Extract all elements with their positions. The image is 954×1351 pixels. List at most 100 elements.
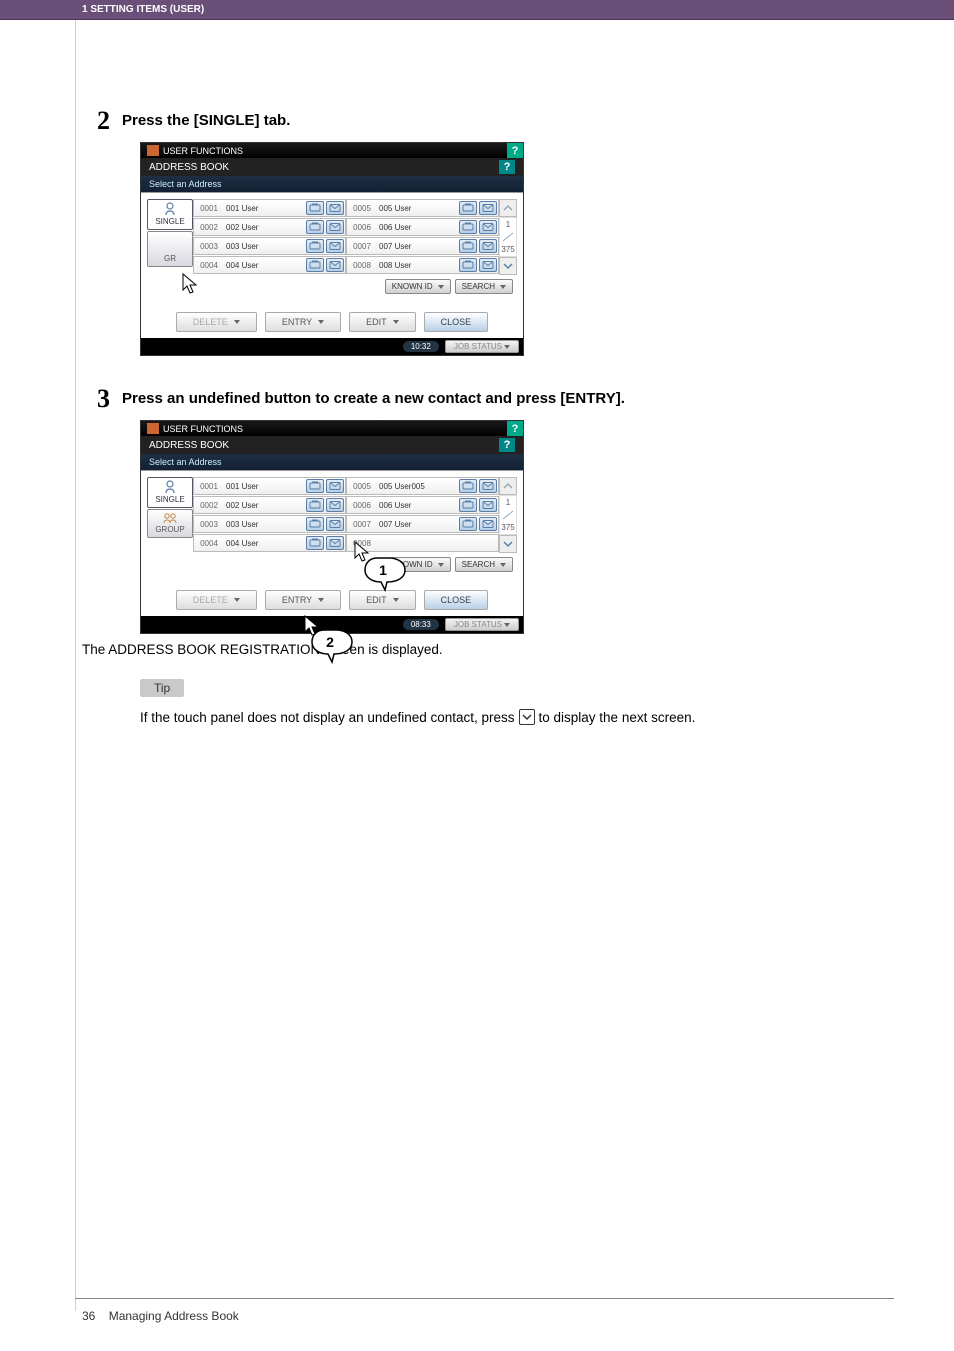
entry-number: 0006 [347,223,377,232]
dropdown-icon [438,285,444,289]
step-number-2: 2 [82,106,110,136]
email-icon[interactable] [326,239,344,253]
tab-single[interactable]: SINGLE [147,477,193,508]
fax-icon[interactable] [459,220,477,234]
fax-icon[interactable] [306,201,324,215]
group-icon [162,512,178,524]
entry-name: 004 User [224,539,305,548]
edit-button[interactable]: EDIT [349,590,416,610]
edit-label: EDIT [366,595,387,605]
address-entry[interactable]: 0008008 User [346,256,499,274]
person-icon [164,480,176,494]
address-entry[interactable]: 0001001 User [193,199,346,217]
tab-single-label: SINGLE [155,217,184,226]
address-entry[interactable]: 0002002 User [193,496,346,514]
address-entry[interactable]: 0006006 User [346,496,499,514]
help-icon[interactable]: ? [499,160,515,174]
fax-icon[interactable] [459,201,477,215]
entry-button[interactable]: ENTRY [265,590,341,610]
email-icon[interactable] [479,220,497,234]
search-button[interactable]: SEARCH [455,279,513,294]
chevron-down-icon [522,713,532,721]
fax-icon[interactable] [306,498,324,512]
help-icon[interactable]: ? [507,143,523,158]
email-icon[interactable] [479,498,497,512]
address-entry[interactable]: 0004004 User [193,256,346,274]
entry-name: 002 User [224,501,305,510]
job-status-button[interactable]: JOB STATUS [445,340,519,353]
fax-icon[interactable] [459,517,477,531]
email-icon[interactable] [479,201,497,215]
entry-name: 005 User [377,204,458,213]
shot-b-prompt: Select an Address [149,457,222,467]
fax-icon[interactable] [459,498,477,512]
fax-icon[interactable] [306,517,324,531]
email-icon[interactable] [326,536,344,550]
email-icon[interactable] [479,517,497,531]
close-button[interactable]: CLOSE [424,312,489,332]
delete-button[interactable]: DELETE [176,590,257,610]
fax-icon[interactable] [306,536,324,550]
entry-number: 0003 [194,242,224,251]
dropdown-icon [500,563,506,567]
address-entry[interactable]: 0007007 User [346,237,499,255]
scroll-down-button[interactable] [499,257,517,275]
scroll-up-button[interactable] [499,199,517,217]
email-icon[interactable] [479,479,497,493]
email-icon[interactable] [326,220,344,234]
entry-number: 0005 [347,482,377,491]
chevron-up-icon [503,204,513,212]
email-icon[interactable] [326,479,344,493]
fax-icon[interactable] [306,239,324,253]
address-entry[interactable]: 0002002 User [193,218,346,236]
tip-text-a: If the touch panel does not display an u… [140,710,515,725]
job-status-button[interactable]: JOB STATUS [445,618,519,631]
fax-icon[interactable] [306,258,324,272]
fax-icon[interactable] [306,479,324,493]
fax-icon[interactable] [459,239,477,253]
dropdown-icon [393,320,399,324]
entry-name: 008 User [377,261,458,270]
tab-group-label: GR [164,254,176,263]
scroll-up-button[interactable] [499,477,517,495]
address-entry[interactable]: 0001001 User [193,477,346,495]
known-id-button[interactable]: KNOWN ID [385,279,451,294]
address-entry[interactable]: 0007007 User [346,515,499,533]
delete-label: DELETE [193,317,228,327]
tab-group[interactable]: GROUP [147,509,193,538]
email-icon[interactable] [479,239,497,253]
tab-single[interactable]: SINGLE [147,199,193,230]
address-entry[interactable]: 0006006 User [346,218,499,236]
entry-name: 003 User [224,520,305,529]
delete-button[interactable]: DELETE [176,312,257,332]
email-icon[interactable] [479,258,497,272]
address-entry[interactable]: 0004004 User [193,534,346,552]
fax-icon[interactable] [306,220,324,234]
shot-b-system-title: USER FUNCTIONS [163,424,243,434]
scroll-thumb-icon [502,510,514,520]
edit-button[interactable]: EDIT [349,312,416,332]
email-icon[interactable] [326,258,344,272]
step-2-instruction: Press the [SINGLE] tab. [122,106,290,129]
dropdown-icon [234,320,240,324]
page-number: 36 [82,1309,95,1323]
email-icon[interactable] [326,517,344,531]
help-icon[interactable]: ? [507,421,523,436]
dropdown-icon [234,598,240,602]
tab-group[interactable]: GR [147,231,193,267]
email-icon[interactable] [326,498,344,512]
help-icon[interactable]: ? [499,438,515,452]
entry-button[interactable]: ENTRY [265,312,341,332]
address-entry[interactable]: 0003003 User [193,515,346,533]
close-button[interactable]: CLOSE [424,590,489,610]
search-button[interactable]: SEARCH [455,557,513,572]
address-entry[interactable]: 0005005 User [346,199,499,217]
chevron-down-icon [503,540,513,548]
fax-icon[interactable] [459,479,477,493]
entry-label: ENTRY [282,595,312,605]
address-entry[interactable]: 0003003 User [193,237,346,255]
email-icon[interactable] [326,201,344,215]
scroll-down-button[interactable] [499,535,517,553]
address-entry[interactable]: 0005005 User005 [346,477,499,495]
fax-icon[interactable] [459,258,477,272]
